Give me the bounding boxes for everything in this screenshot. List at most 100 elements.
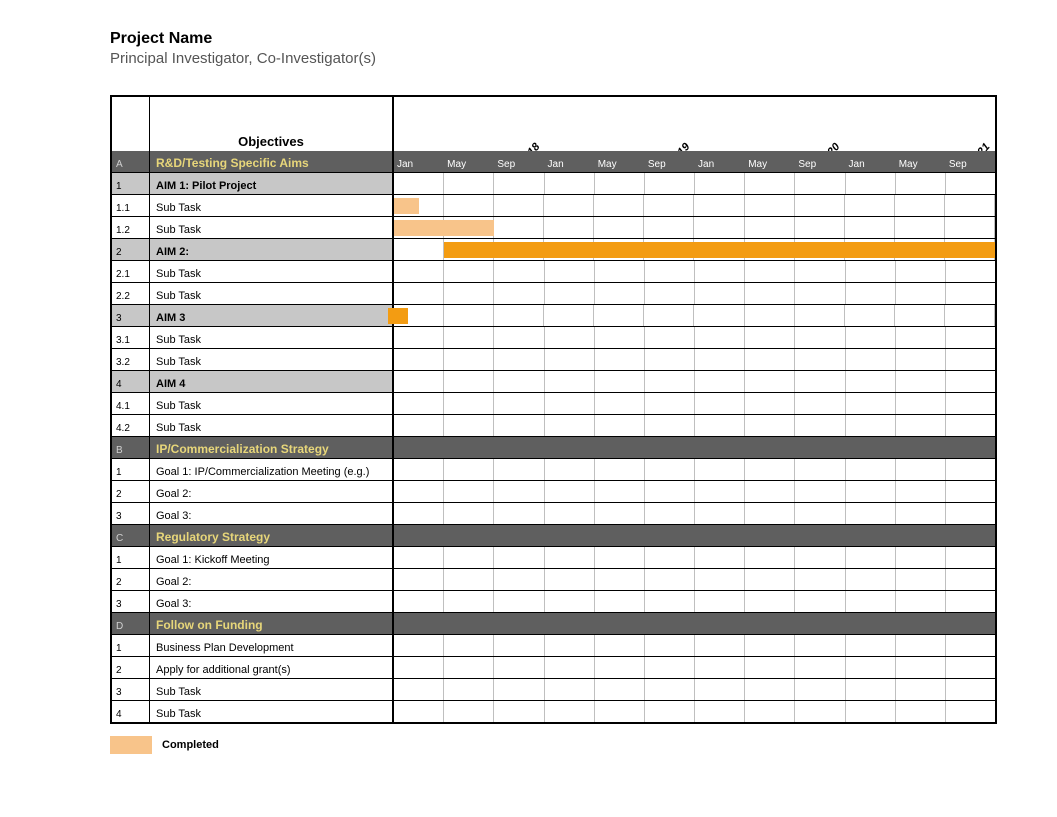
month-cell	[695, 525, 745, 546]
month-cell	[394, 239, 444, 260]
month-cell	[444, 591, 494, 612]
row-label: Goal 3:	[150, 503, 394, 524]
task-row: 2.2Sub Task	[112, 283, 995, 305]
month-cell	[846, 679, 896, 700]
month-cell	[494, 415, 544, 436]
month-cell	[896, 393, 946, 414]
month-cell	[694, 305, 744, 326]
month-cell	[795, 327, 845, 348]
month-cell	[444, 173, 494, 194]
month-cell	[494, 371, 544, 392]
month-cell	[695, 173, 745, 194]
row-index: 2.2	[112, 283, 150, 304]
month-cell	[745, 261, 795, 282]
month-cell	[394, 349, 444, 370]
month-cell	[694, 195, 744, 216]
month-cell	[595, 173, 645, 194]
month-cell	[695, 701, 745, 722]
month-cell	[645, 261, 695, 282]
month-cell	[645, 525, 695, 546]
month-cell	[494, 349, 544, 370]
month-cell	[695, 283, 745, 304]
month-cell	[545, 349, 595, 370]
month-cell	[545, 173, 595, 194]
month-cell	[545, 459, 595, 480]
gantt-sheet: Objectives2018201920202021AR&D/Testing S…	[110, 95, 997, 724]
month-cell	[545, 525, 595, 546]
month-cell	[795, 261, 845, 282]
month-cell	[795, 415, 845, 436]
section-row: BIP/Commercialization Strategy	[112, 437, 995, 459]
month-cell	[494, 701, 544, 722]
task-row: 1.1Sub Task	[112, 195, 995, 217]
month-cell	[444, 525, 494, 546]
month-cell	[945, 217, 995, 238]
month-cell: Sep	[645, 151, 695, 172]
month-cell	[595, 569, 645, 590]
month-cell	[545, 327, 595, 348]
month-cell	[595, 437, 645, 458]
month-cell	[695, 327, 745, 348]
month-cell	[745, 481, 795, 502]
month-cell	[695, 349, 745, 370]
row-index: 2	[112, 481, 150, 502]
row-index: 2	[112, 657, 150, 678]
month-cell	[946, 437, 995, 458]
task-row: 2Apply for additional grant(s)	[112, 657, 995, 679]
row-label: Sub Task	[150, 217, 394, 238]
month-cell	[694, 97, 744, 151]
month-cell: Jan	[545, 151, 595, 172]
gantt-bar	[394, 198, 419, 214]
month-cell	[846, 393, 896, 414]
month-cell	[695, 459, 745, 480]
month-cell	[896, 503, 946, 524]
month-cell	[795, 701, 845, 722]
task-row: 1Business Plan Development	[112, 635, 995, 657]
month-cell: May	[745, 151, 795, 172]
month-cell	[444, 481, 494, 502]
row-index: 3	[112, 503, 150, 524]
month-cell	[896, 261, 946, 282]
month-cell	[645, 173, 695, 194]
month-cell	[695, 261, 745, 282]
month-cell	[444, 635, 494, 656]
month-cell	[946, 701, 995, 722]
month-cell	[444, 613, 494, 634]
month-cell	[494, 393, 544, 414]
month-cell	[394, 569, 444, 590]
month-cell	[545, 679, 595, 700]
month-cell	[896, 283, 946, 304]
month-cell	[494, 657, 544, 678]
header-row-years: Objectives2018201920202021	[112, 97, 995, 151]
month-cell	[795, 305, 845, 326]
row-label: Goal 2:	[150, 481, 394, 502]
month-cell	[745, 569, 795, 590]
month-cell	[695, 635, 745, 656]
header-index-cell	[112, 97, 150, 151]
month-cell	[595, 657, 645, 678]
month-cell	[595, 327, 645, 348]
month-cell	[846, 327, 896, 348]
row-label: Apply for additional grant(s)	[150, 657, 394, 678]
month-cell	[394, 679, 444, 700]
row-label: Sub Task	[150, 327, 394, 348]
section-row: DFollow on Funding	[112, 613, 995, 635]
month-cell	[595, 481, 645, 502]
month-cell	[444, 437, 494, 458]
month-cell	[745, 349, 795, 370]
month-cell	[946, 261, 995, 282]
row-label: Sub Task	[150, 701, 394, 722]
month-cell	[946, 679, 995, 700]
month-cell	[494, 481, 544, 502]
row-label: Sub Task	[150, 349, 394, 370]
month-cell	[846, 591, 896, 612]
month-cell	[595, 591, 645, 612]
month-cell	[946, 173, 995, 194]
month-cell	[444, 349, 494, 370]
month-cell: 2021	[945, 97, 995, 151]
month-cell	[595, 701, 645, 722]
project-title: Project Name	[110, 30, 997, 48]
task-row: 3.2Sub Task	[112, 349, 995, 371]
row-label: AIM 4	[150, 371, 394, 392]
task-row: 1Goal 1: Kickoff Meeting	[112, 547, 995, 569]
